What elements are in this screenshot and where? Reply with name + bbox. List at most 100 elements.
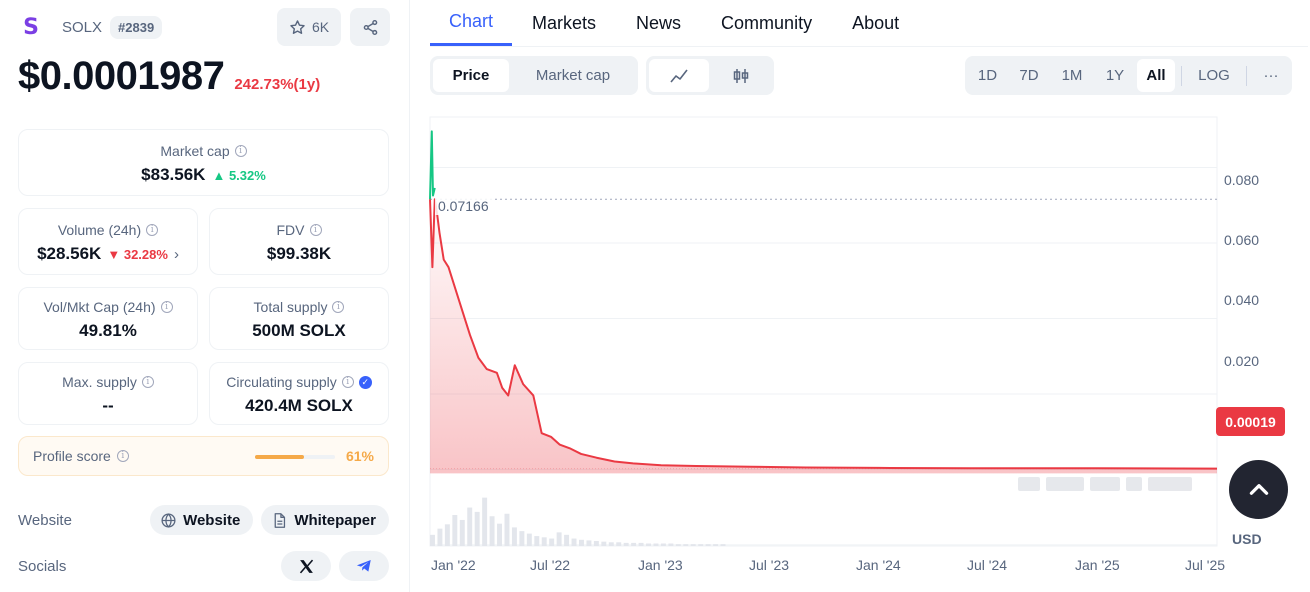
line-chart-button[interactable]: [649, 59, 709, 92]
total-supply-value: 500M SOLX: [252, 321, 346, 340]
volume-bar: [646, 543, 651, 546]
share-icon: [363, 19, 377, 35]
x-twitter-button[interactable]: [281, 551, 331, 581]
vol-mkt-cap-label: Vol/Mkt Cap (24h): [43, 299, 156, 315]
price-chart[interactable]: 0.07166 0.080 0.060 0.040 0.020 0.00019 …: [428, 116, 1308, 586]
price-line: [429, 198, 1218, 470]
volume-bar: [549, 538, 555, 546]
info-icon[interactable]: i: [234, 145, 247, 157]
profile-score-bar[interactable]: Profile score i 61%: [18, 436, 389, 476]
range-1m[interactable]: 1M: [1051, 59, 1093, 92]
fdv-value: $99.38K: [266, 244, 332, 263]
x-tick-label: Jan '25: [1075, 557, 1120, 573]
x-tick-label: Jan '22: [431, 557, 476, 573]
info-icon[interactable]: i: [341, 376, 354, 388]
price-line-positive: [429, 130, 436, 200]
max-price-label: 0.07166: [435, 197, 492, 215]
x-tick-label: Jan '24: [856, 557, 901, 573]
coin-info-panel: S SOLX #2839 6K $0.0001987 242.73%(1y) M…: [0, 0, 405, 592]
vol-mkt-cap-card: Vol/Mkt Cap (24h) i 49.81%: [18, 287, 198, 350]
price-toggle[interactable]: Price: [433, 59, 509, 92]
info-icon[interactable]: i: [146, 224, 159, 236]
volume-bar: [690, 544, 696, 546]
tab-chart[interactable]: Chart: [430, 0, 513, 46]
info-icon[interactable]: i: [160, 301, 173, 313]
tab-markets[interactable]: Markets: [512, 0, 616, 46]
volume-bar: [631, 542, 637, 546]
profile-progress-fill: [255, 455, 304, 459]
volume-bar: [586, 540, 592, 546]
range-1y[interactable]: 1Y: [1095, 59, 1135, 92]
volume-bar: [467, 507, 473, 546]
coin-price: $0.0001987: [18, 54, 225, 98]
tab-news[interactable]: News: [616, 0, 701, 46]
range-all[interactable]: All: [1137, 59, 1175, 92]
market-cap-label: Market cap: [160, 143, 230, 159]
price-chart-svg: [429, 116, 1218, 547]
tab-about[interactable]: About: [832, 0, 919, 46]
price-area-fill: [430, 199, 1217, 474]
socials-label: Socials: [18, 557, 67, 575]
scroll-to-top-button[interactable]: [1229, 460, 1288, 519]
volume-bar: [668, 543, 674, 546]
whitepaper-button[interactable]: Whitepaper: [261, 505, 389, 535]
more-options-button[interactable]: ···: [1253, 59, 1289, 92]
chart-style-toggle: [646, 56, 774, 95]
log-scale-button[interactable]: LOG: [1188, 59, 1240, 92]
market-cap-toggle[interactable]: Market cap: [511, 59, 635, 92]
y-tick-label: 0.020: [1224, 353, 1260, 369]
volume-bar: [564, 534, 570, 546]
toggle-separator: [1181, 65, 1182, 86]
volume-bar: [430, 534, 435, 546]
blurred-watermark: [1018, 466, 1198, 502]
header-actions: 6K: [277, 8, 390, 46]
volume-bar: [556, 532, 562, 546]
watchlist-button[interactable]: 6K: [277, 8, 341, 46]
range-7d[interactable]: 7D: [1009, 59, 1049, 92]
info-icon[interactable]: i: [116, 450, 129, 462]
volume-card[interactable]: Volume (24h) i $28.56K ▼ 32.28% ›: [18, 208, 198, 275]
website-button[interactable]: Website: [150, 505, 254, 535]
share-button[interactable]: [350, 8, 390, 46]
info-icon[interactable]: i: [309, 224, 322, 236]
telegram-button[interactable]: [339, 551, 389, 581]
y-tick-label: 0.060: [1224, 232, 1260, 248]
star-icon: [290, 19, 305, 34]
x-tick-label: Jan '23: [638, 557, 683, 573]
volume-bar: [601, 541, 607, 546]
info-icon[interactable]: i: [141, 376, 154, 388]
website-row: Website Website Whitepaper: [18, 504, 389, 536]
info-icon[interactable]: i: [332, 301, 345, 313]
volume-bar: [713, 544, 719, 546]
tab-community[interactable]: Community: [701, 0, 832, 46]
range-1d[interactable]: 1D: [968, 59, 1007, 92]
volume-bar: [474, 511, 480, 546]
candlestick-button[interactable]: [711, 59, 771, 92]
current-price-tag: 0.00019: [1216, 407, 1285, 436]
volume-bar: [623, 542, 629, 546]
volume-bar: [452, 515, 458, 546]
line-chart-icon: [670, 69, 688, 83]
volume-bar: [526, 533, 532, 546]
volume-bar: [608, 542, 614, 546]
volume-bar: [534, 536, 540, 546]
tab-underline: [430, 46, 1308, 47]
caret-down-icon: ▼: [107, 246, 121, 262]
tab-bar: Chart Markets News Community About: [430, 0, 919, 46]
telegram-icon: [356, 560, 371, 572]
verified-icon: ✓: [358, 375, 372, 389]
volume-bar: [511, 527, 517, 546]
chevron-up-icon: [1249, 483, 1268, 495]
max-supply-value: --: [102, 396, 114, 415]
circulating-supply-label: Circulating supply: [226, 374, 337, 390]
volume-bar: [504, 513, 510, 546]
coin-logo: S: [23, 14, 39, 40]
price-row: $0.0001987 242.73%(1y): [18, 54, 320, 99]
y-tick-label: 0.040: [1224, 292, 1260, 308]
profile-score-value: 61%: [345, 448, 374, 464]
fdv-label: FDV: [276, 222, 305, 238]
chevron-right-icon: ›: [173, 245, 179, 263]
x-tick-label: Jul '24: [967, 557, 1008, 573]
caret-up-icon: ▲: [212, 167, 226, 183]
volume-bar: [675, 544, 681, 546]
